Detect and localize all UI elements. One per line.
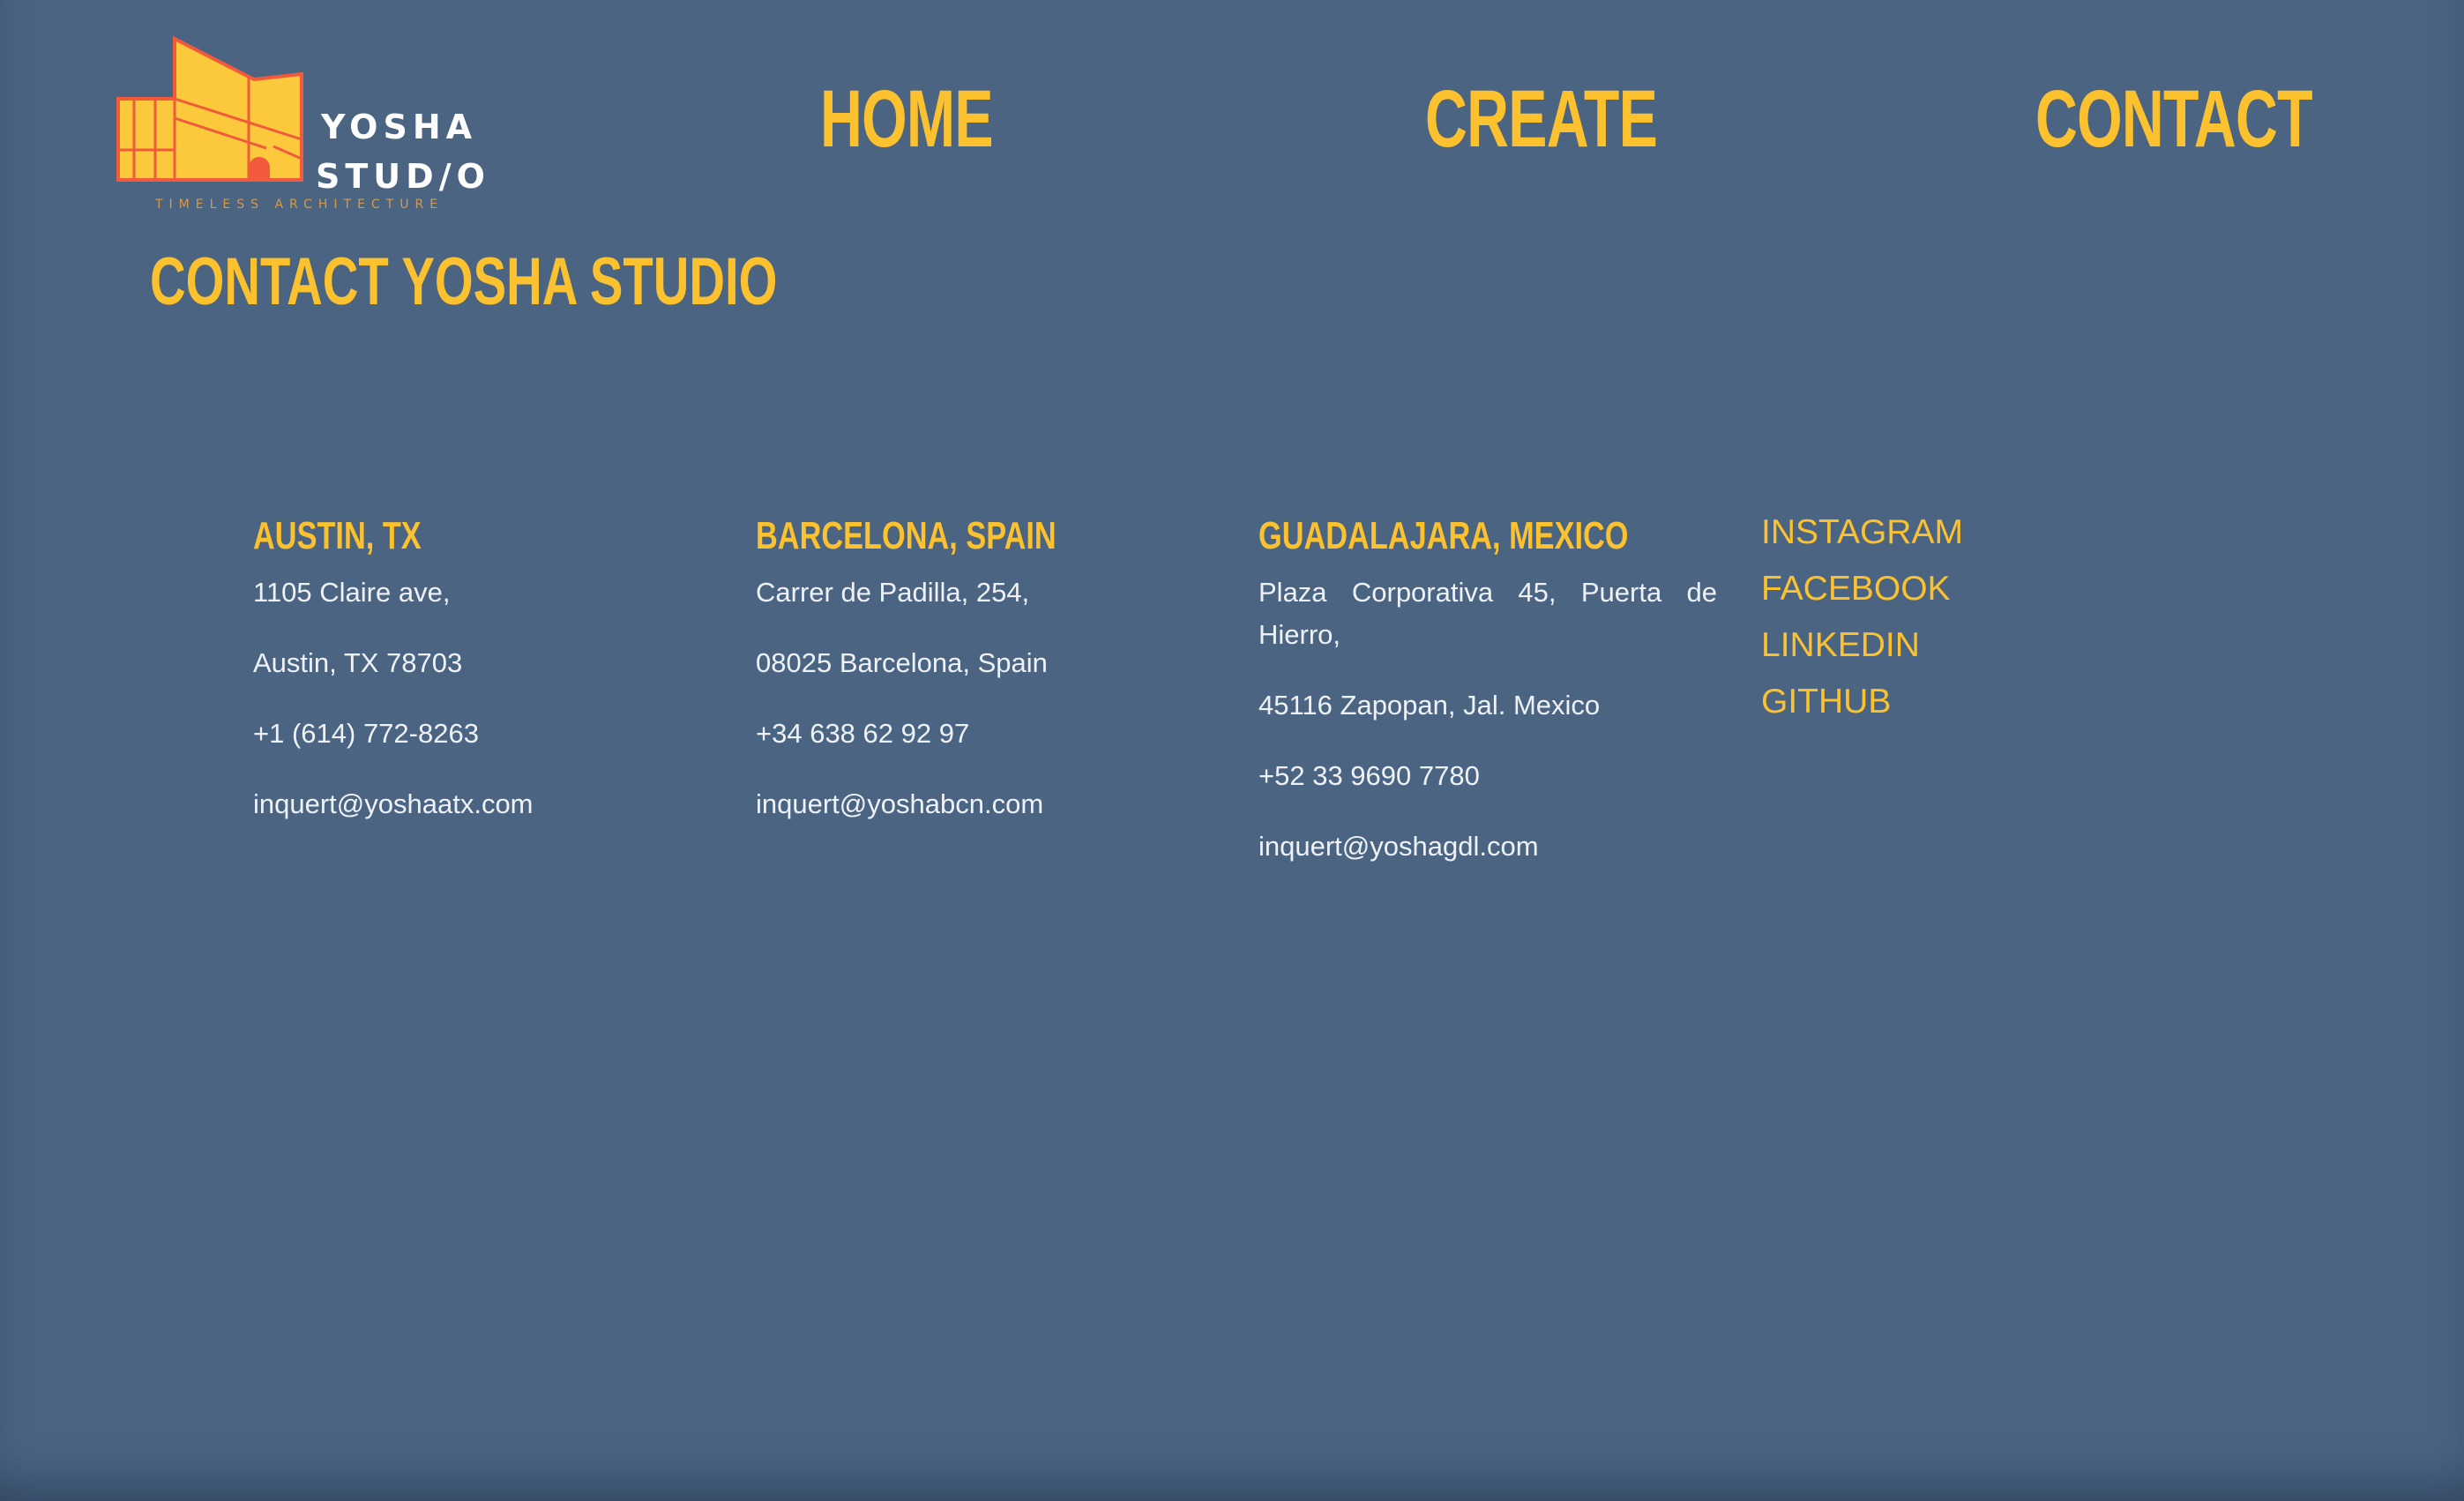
office-address-line1: Carrer de Padilla, 254, <box>756 577 1030 608</box>
github-link[interactable]: GITHUB <box>1761 674 1963 730</box>
logo-wordmark-line1: YOSHA <box>321 108 478 146</box>
office-city: AUSTIN, TX <box>253 514 422 557</box>
office-address-line1: 1105 Claire ave, <box>253 577 451 608</box>
page-title: CONTACT YOSHA STUDIO <box>150 244 778 319</box>
office-phone: +1 (614) 772-8263 <box>253 718 479 749</box>
linkedin-link[interactable]: LINKEDIN <box>1761 617 1963 674</box>
nav-create-link[interactable]: CREATE <box>1425 71 1658 168</box>
office-email: inquert@yoshagdl.com <box>1258 831 1539 862</box>
office-address-line2: Austin, TX 78703 <box>253 647 463 678</box>
social-links: INSTAGRAM FACEBOOK LINKEDIN GITHUB <box>1761 504 1963 730</box>
office-address-line2: 08025 Barcelona, Spain <box>756 647 1048 678</box>
office-city: GUADALAJARA, MEXICO <box>1258 514 1629 557</box>
office-guadalajara: GUADALAJARA, MEXICO Plaza Corporativa 45… <box>1258 510 1717 896</box>
instagram-link[interactable]: INSTAGRAM <box>1761 504 1963 561</box>
logo-tagline: TIMELESS ARCHITECTURE <box>155 198 444 212</box>
logo-wordmark-line2: STUD/O <box>316 157 490 196</box>
office-city: BARCELONA, SPAIN <box>756 514 1057 557</box>
office-phone: +52 33 9690 7780 <box>1258 760 1480 791</box>
yosha-studio-logo[interactable]: YOSHA STUD/O TIMELESS ARCHITECTURE <box>116 34 487 215</box>
office-barcelona: BARCELONA, SPAIN Carrer de Padilla, 254,… <box>756 510 1214 854</box>
office-email: inquert@yoshaatx.com <box>253 788 534 819</box>
office-address-line1: Plaza Corporativa 45, Puerta de Hierro, <box>1258 577 1717 650</box>
contact-page: YOSHA STUD/O TIMELESS ARCHITECTURE HOME … <box>0 0 2464 1501</box>
nav-contact-link[interactable]: CONTACT <box>2035 71 2313 168</box>
office-phone: +34 638 62 92 97 <box>756 718 970 749</box>
office-email: inquert@yoshabcn.com <box>756 788 1044 819</box>
office-address-line2: 45116 Zapopan, Jal. Mexico <box>1258 690 1601 721</box>
office-austin: AUSTIN, TX 1105 Claire ave, Austin, TX 7… <box>253 510 712 854</box>
nav-home-link[interactable]: HOME <box>820 71 994 168</box>
facebook-link[interactable]: FACEBOOK <box>1761 561 1963 617</box>
